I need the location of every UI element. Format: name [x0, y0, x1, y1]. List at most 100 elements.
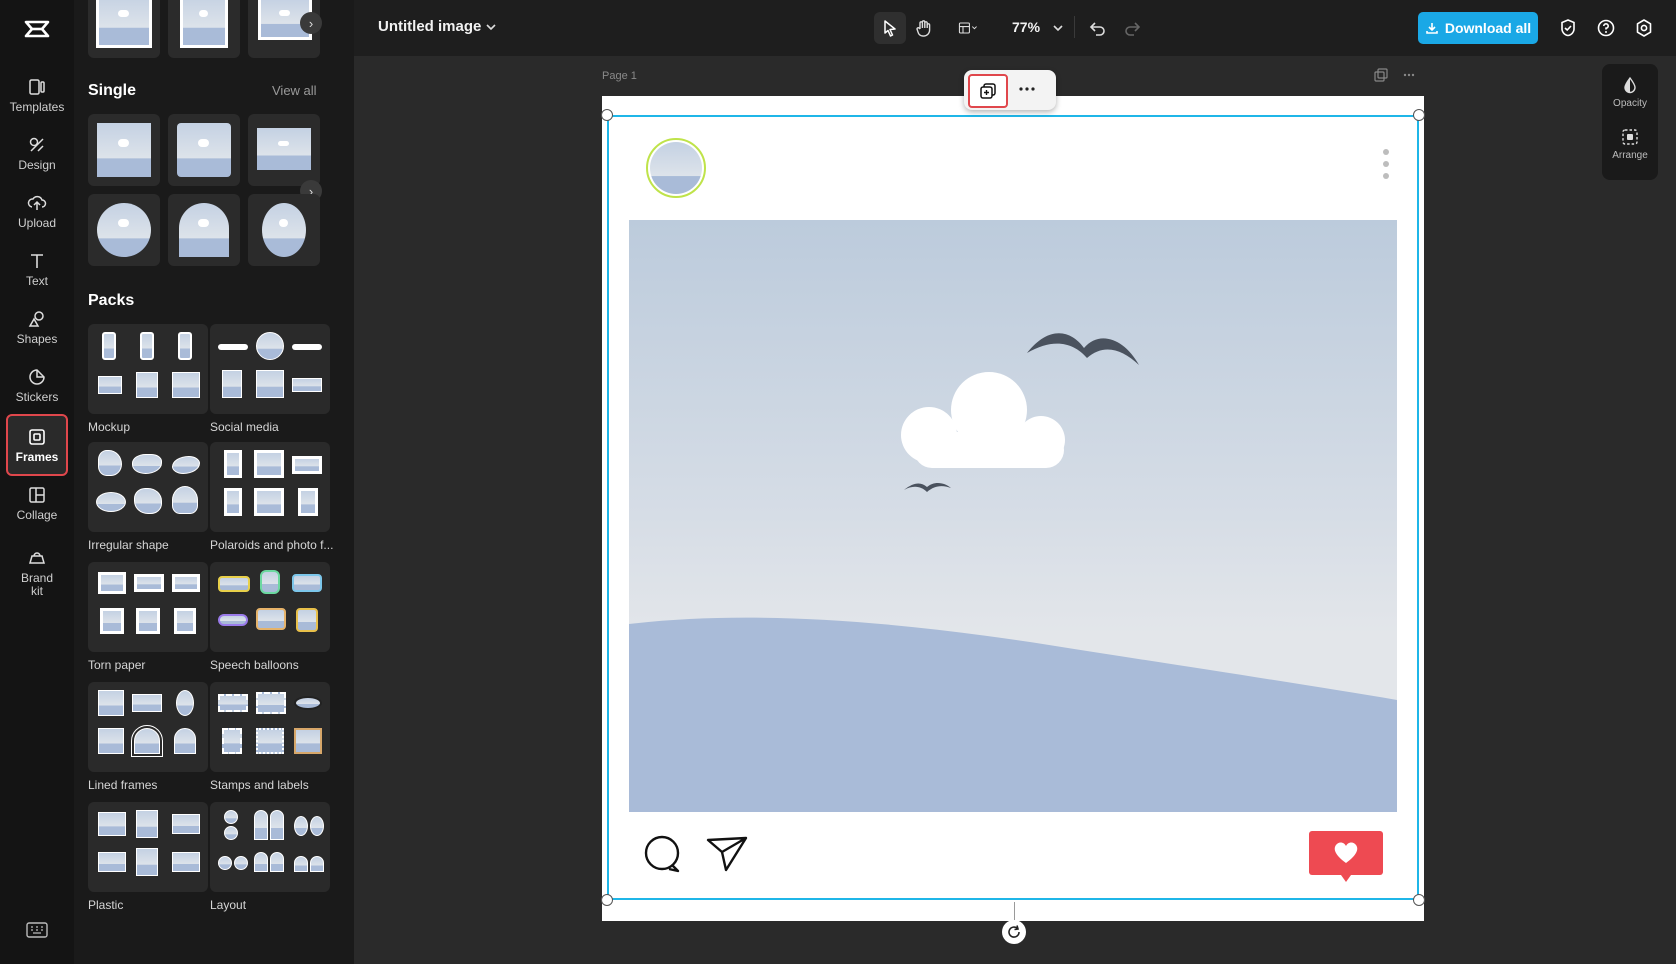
hand-tool-button[interactable]	[908, 12, 940, 44]
frame-tile[interactable]	[168, 114, 240, 186]
rail-item-text[interactable]: Text	[6, 238, 68, 300]
pack-lined-frames[interactable]	[88, 682, 208, 772]
rotate-line	[1014, 902, 1015, 920]
shapes-icon	[27, 309, 47, 329]
rail-item-templates[interactable]: Templates	[6, 64, 68, 126]
chevron-down-icon[interactable]	[484, 20, 498, 34]
rail-label: Upload	[18, 217, 56, 230]
rail-label: Design	[18, 159, 55, 172]
help-icon	[1596, 18, 1616, 38]
frame-tile[interactable]	[88, 194, 160, 266]
duplicate-page-icon[interactable]	[1374, 68, 1388, 82]
document-title[interactable]: Untitled image	[378, 18, 481, 35]
canvas-area[interactable]: Page 1	[354, 56, 1676, 964]
rail-item-stickers[interactable]: Stickers	[6, 354, 68, 416]
frames-panel: › Single View all › Packs Mockup Social …	[74, 0, 354, 964]
resize-handle-bottom-right[interactable]	[1413, 894, 1425, 906]
arrange-icon	[1621, 128, 1639, 146]
frame-tile[interactable]	[168, 194, 240, 266]
properties-panel: Opacity Arrange	[1602, 64, 1658, 180]
rail-item-upload[interactable]: Upload	[6, 180, 68, 242]
layout-icon	[958, 18, 978, 38]
pack-label: Polaroids and photo f...	[210, 538, 333, 552]
gear-icon	[1634, 18, 1654, 38]
pack-label: Torn paper	[88, 658, 145, 672]
pack-plastic[interactable]	[88, 802, 208, 892]
chevron-down-icon	[1048, 18, 1068, 38]
rail-label: Collage	[17, 509, 58, 522]
duplicate-button[interactable]	[968, 74, 1008, 108]
settings-button[interactable]	[1628, 12, 1660, 44]
duplicate-icon	[979, 82, 997, 100]
capcut-logo[interactable]	[22, 14, 52, 44]
opacity-drop-icon	[1621, 76, 1639, 94]
packs-section-title: Packs	[88, 292, 134, 310]
frame-tile[interactable]	[248, 194, 320, 266]
rotate-handle[interactable]	[1002, 920, 1026, 944]
upload-icon	[27, 193, 47, 213]
rail-item-collage[interactable]: Collage	[6, 472, 68, 534]
frames-icon	[27, 427, 47, 447]
collage-icon	[27, 485, 47, 505]
frame-tile[interactable]	[88, 0, 160, 58]
keyboard-shortcuts-icon[interactable]	[26, 922, 48, 938]
scroll-right-button[interactable]: ›	[300, 12, 322, 34]
opacity-label: Opacity	[1613, 98, 1647, 109]
pack-label: Mockup	[88, 420, 130, 434]
download-all-button[interactable]: Download all	[1418, 12, 1538, 44]
frame-tile[interactable]	[88, 114, 160, 186]
more-options-icon[interactable]	[1402, 68, 1416, 82]
zoom-level[interactable]: 77%	[1012, 19, 1040, 35]
pack-label: Irregular shape	[88, 538, 169, 552]
layout-menu-button[interactable]	[948, 12, 988, 44]
rail-item-shapes[interactable]: Shapes	[6, 296, 68, 358]
more-options-icon[interactable]	[1018, 80, 1036, 98]
brand-kit-icon	[27, 548, 47, 568]
resize-handle-bottom-left[interactable]	[601, 894, 613, 906]
templates-icon	[27, 77, 47, 97]
resize-handle-top-right[interactable]	[1413, 109, 1425, 121]
undo-icon	[1088, 18, 1108, 38]
download-icon	[1425, 21, 1439, 35]
toolbar-divider	[1074, 16, 1075, 38]
pack-layout[interactable]	[210, 802, 330, 892]
rail-label: Text	[26, 275, 48, 288]
pack-social-media[interactable]	[210, 324, 330, 414]
arrange-label: Arrange	[1612, 150, 1648, 161]
help-button[interactable]	[1590, 12, 1622, 44]
pack-irregular-shape[interactable]	[88, 442, 208, 532]
pack-torn-paper[interactable]	[88, 562, 208, 652]
shield-button[interactable]	[1552, 12, 1584, 44]
pack-label: Layout	[210, 898, 246, 912]
single-view-all-link[interactable]: View all	[272, 83, 317, 98]
page-actions	[1374, 68, 1416, 82]
pack-speech-balloons[interactable]	[210, 562, 330, 652]
undo-button[interactable]	[1082, 12, 1114, 44]
resize-handle-top-left[interactable]	[601, 109, 613, 121]
rail-label: Templates	[10, 101, 65, 114]
redo-icon	[1122, 18, 1142, 38]
stickers-icon	[27, 367, 47, 387]
pack-label: Lined frames	[88, 778, 157, 792]
arrange-button[interactable]: Arrange	[1602, 128, 1658, 161]
rail-label: Stickers	[16, 391, 59, 404]
pack-label: Speech balloons	[210, 658, 299, 672]
frame-tile[interactable]	[248, 114, 320, 186]
pack-stamps-labels[interactable]	[210, 682, 330, 772]
pack-label: Plastic	[88, 898, 123, 912]
redo-button[interactable]	[1116, 12, 1148, 44]
left-rail: Templates Design Upload Text Shapes Stic…	[0, 0, 74, 964]
pack-mockup[interactable]	[88, 324, 208, 414]
zoom-dropdown-button[interactable]	[1046, 12, 1070, 44]
select-tool-button[interactable]	[874, 12, 906, 44]
opacity-button[interactable]: Opacity	[1602, 76, 1658, 109]
rail-label: Shapes	[17, 333, 58, 346]
rail-item-brand-kit[interactable]: Brand kit	[6, 536, 68, 610]
frame-tile[interactable]	[168, 0, 240, 58]
rail-item-frames[interactable]: Frames	[6, 414, 68, 476]
rail-item-design[interactable]: Design	[6, 122, 68, 184]
rail-label: Frames	[16, 451, 59, 464]
pack-polaroids[interactable]	[210, 442, 330, 532]
single-section-title: Single	[88, 82, 136, 100]
page-label: Page 1	[602, 70, 637, 82]
